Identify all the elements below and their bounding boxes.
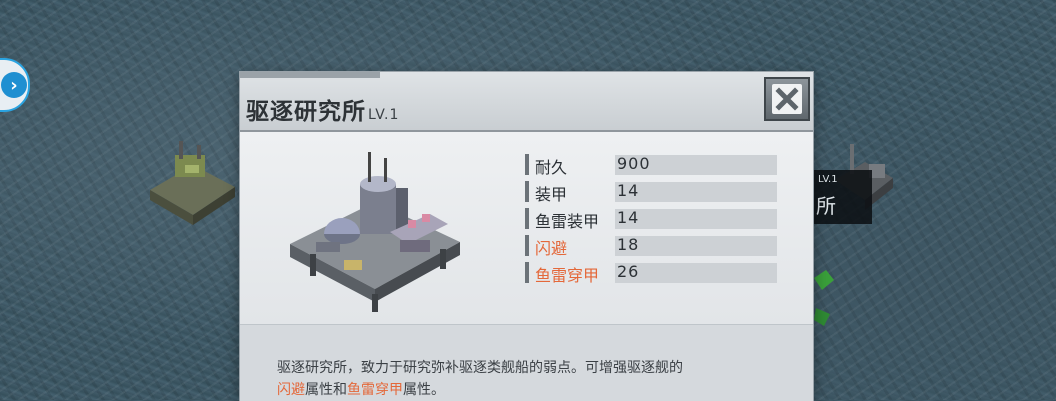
description-line1: 驱逐研究所，致力于研究弥补驱逐类舰船的弱点。可增强驱逐舰的 xyxy=(277,360,683,376)
background-green-marker xyxy=(814,270,834,326)
stat-value: 26 xyxy=(617,262,640,281)
description-highlight-torpedo-penetration: 鱼雷穿甲 xyxy=(347,382,403,398)
dialog-title: 驱逐研究所 LV.1 xyxy=(246,92,399,126)
stat-row-evasion: 闪避 18 xyxy=(525,233,780,260)
stat-label: 装甲 xyxy=(535,185,568,204)
title-decoration xyxy=(240,72,380,78)
close-button[interactable] xyxy=(764,77,810,121)
stat-label: 鱼雷穿甲 xyxy=(535,266,600,285)
building-description: 驱逐研究所，致力于研究弥补驱逐类舰船的弱点。可增强驱逐舰的 闪避属性和鱼雷穿甲属… xyxy=(277,357,797,401)
stat-row-durability: 耐久 900 xyxy=(525,152,780,179)
description-text-end: 属性。 xyxy=(403,382,445,398)
building-level: LV.1 xyxy=(368,107,400,123)
stat-value: 14 xyxy=(617,208,640,227)
background-label-text: 所 xyxy=(816,194,836,218)
stat-label: 耐久 xyxy=(535,158,568,177)
stat-label: 闪避 xyxy=(535,239,568,258)
building-name: 驱逐研究所 xyxy=(246,98,366,125)
stat-row-torpedo-armor: 鱼雷装甲 14 xyxy=(525,206,780,233)
stat-marker xyxy=(525,181,529,202)
background-island-left[interactable] xyxy=(145,135,240,235)
stat-value: 18 xyxy=(617,235,640,254)
background-label-level: LV.1 xyxy=(818,174,838,185)
stat-value: 900 xyxy=(617,154,651,173)
building-image xyxy=(290,152,460,312)
stat-label: 鱼雷装甲 xyxy=(535,212,600,231)
stat-marker xyxy=(525,208,529,229)
stat-marker xyxy=(525,154,529,175)
stat-marker xyxy=(525,262,529,283)
building-info-dialog: 驱逐研究所 LV.1 耐久 900 装甲 14 鱼雷装甲 14 闪避 18 鱼雷… xyxy=(240,72,813,401)
close-icon xyxy=(772,84,802,114)
stat-row-torpedo-penetration: 鱼雷穿甲 26 xyxy=(525,260,780,287)
chevron-right-icon: › xyxy=(1,72,27,98)
stat-value: 14 xyxy=(617,181,640,200)
description-highlight-evasion: 闪避 xyxy=(277,382,305,398)
background-building-label: LV.1 所 xyxy=(812,170,872,224)
stat-marker xyxy=(525,235,529,256)
description-panel: 驱逐研究所，致力于研究弥补驱逐类舰船的弱点。可增强驱逐舰的 闪避属性和鱼雷穿甲属… xyxy=(240,324,813,401)
dialog-title-bar: 驱逐研究所 LV.1 xyxy=(240,72,813,132)
description-text: 属性和 xyxy=(305,382,347,398)
stat-row-armor: 装甲 14 xyxy=(525,179,780,206)
stats-panel: 耐久 900 装甲 14 鱼雷装甲 14 闪避 18 鱼雷穿甲 26 xyxy=(525,152,780,287)
dialog-body: 耐久 900 装甲 14 鱼雷装甲 14 闪避 18 鱼雷穿甲 26 xyxy=(240,132,813,324)
